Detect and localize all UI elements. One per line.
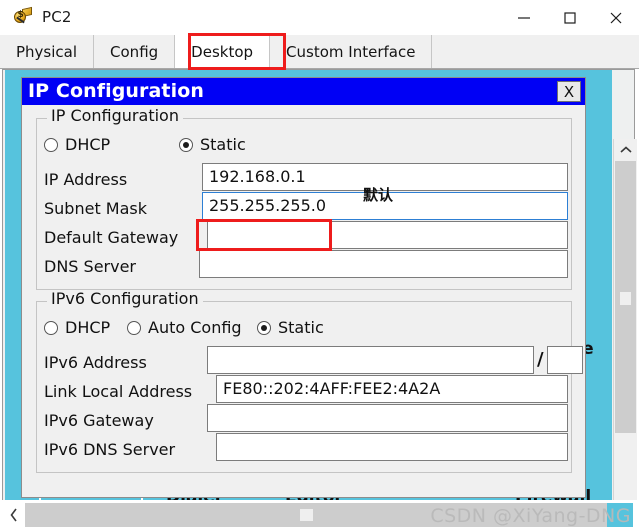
vertical-scroll-thumb-grip <box>620 292 631 305</box>
ipv6-dhcp-radio-row[interactable]: DHCP <box>44 320 110 336</box>
link-local-address-value: FE80::202:4AFF:FEE2:4A2A <box>223 379 441 398</box>
horizontal-scroll-track[interactable] <box>25 503 607 527</box>
dns-server-label: DNS Server <box>44 257 136 276</box>
vertical-scrollbar[interactable] <box>613 139 637 529</box>
ipv6-auto-config-radio[interactable] <box>127 321 141 335</box>
vertical-scroll-thumb[interactable] <box>615 161 636 433</box>
maximize-button[interactable] <box>547 0 593 35</box>
link-local-address-input[interactable]: FE80::202:4AFF:FEE2:4A2A <box>216 375 568 403</box>
ipv6-address-input[interactable] <box>207 346 534 374</box>
ipv4-dhcp-radio-row[interactable]: DHCP <box>44 137 110 153</box>
subnet-mask-label: Subnet Mask <box>44 199 148 218</box>
tab-config[interactable]: Config <box>94 35 176 68</box>
ipv6-auto-config-radio-row[interactable]: Auto Config <box>127 320 242 336</box>
ip-configuration-titlebar: IP Configuration X <box>22 78 585 105</box>
ipv6-group-legend: IPv6 Configuration <box>47 291 203 307</box>
tab-desktop[interactable]: Desktop <box>175 35 271 68</box>
horizontal-scroll-end-cap <box>607 503 633 527</box>
dns-server-input[interactable] <box>199 250 568 278</box>
ipv6-dns-server-input[interactable] <box>216 433 568 461</box>
ip-address-value: 192.168.0.1 <box>209 167 306 186</box>
ipv4-static-radio[interactable] <box>179 138 193 152</box>
ipv6-static-label: Static <box>278 318 324 337</box>
window-controls <box>501 0 639 35</box>
default-gateway-label: Default Gateway <box>44 228 179 247</box>
packet-tracer-device-window: PC2 Physical Config Desktop Custom Inter… <box>0 0 639 529</box>
tab-physical[interactable]: Physical <box>0 35 95 68</box>
ip-address-label: IP Address <box>44 170 128 189</box>
ipv6-dhcp-radio[interactable] <box>44 321 58 335</box>
ip-configuration-body: IP Configuration DHCP Static IP Address … <box>22 105 585 497</box>
ipv6-prefix-separator: / <box>537 349 544 370</box>
link-local-address-label: Link Local Address <box>44 382 193 401</box>
tabstrip-filler <box>432 35 639 68</box>
ipv4-static-label: Static <box>200 135 246 154</box>
tab-custom-interface[interactable]: Custom Interface <box>270 35 433 68</box>
annotation-chinese-default: 默认 <box>363 186 394 204</box>
window-title: PC2 <box>42 8 72 26</box>
ipv6-address-label: IPv6 Address <box>44 353 147 372</box>
ip-configuration-close-button[interactable]: X <box>557 81 581 102</box>
ipv6-prefix-length-input[interactable] <box>547 346 583 374</box>
horizontal-scrollbar[interactable] <box>0 500 639 529</box>
ipv6-gateway-input[interactable] <box>207 404 568 432</box>
ipv4-dhcp-label: DHCP <box>65 135 111 154</box>
ipv6-gateway-label: IPv6 Gateway <box>44 411 154 430</box>
ipv6-dns-server-label: IPv6 DNS Server <box>44 440 176 459</box>
ip-configuration-window: IP Configuration X IP Configuration DHCP… <box>21 77 586 498</box>
minimize-button[interactable] <box>501 0 547 35</box>
ipv4-group-legend: IP Configuration <box>47 108 183 124</box>
vertical-scroll-track[interactable] <box>614 161 637 529</box>
default-gateway-input[interactable] <box>207 221 568 249</box>
close-button[interactable] <box>593 0 639 35</box>
ipv6-auto-config-label: Auto Config <box>148 318 242 337</box>
scroll-left-arrow-icon[interactable] <box>2 503 26 527</box>
ip-configuration-title: IP Configuration <box>28 80 205 102</box>
window-titlebar: PC2 <box>0 0 639 35</box>
subnet-mask-value: 255.255.255.0 <box>209 196 327 215</box>
horizontal-scroll-thumb-grip[interactable] <box>300 509 313 521</box>
ipv6-static-radio-row[interactable]: Static <box>257 320 324 336</box>
ipv4-dhcp-radio[interactable] <box>44 138 58 152</box>
desktop-canvas: Dialer Editor Firewall te IP Configurati… <box>0 69 639 529</box>
ipv6-static-radio[interactable] <box>257 321 271 335</box>
device-tabs: Physical Config Desktop Custom Interface <box>0 35 639 69</box>
ipv6-dhcp-label: DHCP <box>65 318 111 337</box>
scroll-up-arrow-icon[interactable] <box>614 139 637 161</box>
ipv4-static-radio-row[interactable]: Static <box>179 137 246 153</box>
packet-tracer-pc-icon <box>13 6 33 28</box>
